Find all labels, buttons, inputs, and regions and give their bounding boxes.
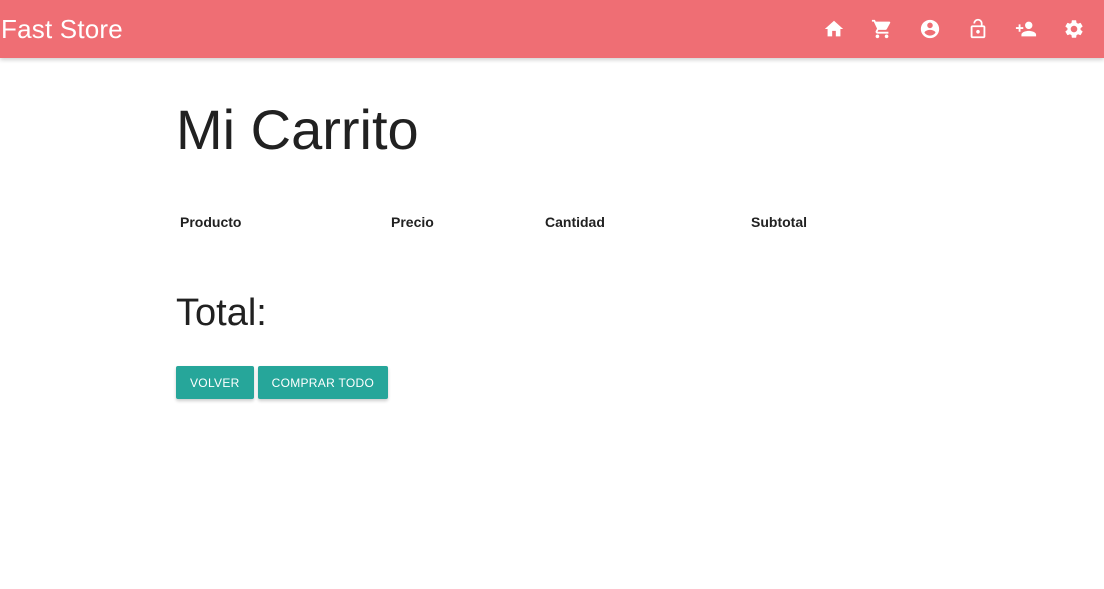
lock-open-icon[interactable] <box>954 0 1002 58</box>
total-label: Total: <box>176 292 267 334</box>
header-subtotal: Subtotal <box>751 214 807 230</box>
home-icon[interactable] <box>810 0 858 58</box>
top-navbar: Fast Store <box>0 0 1104 58</box>
cart-icon[interactable] <box>858 0 906 58</box>
action-buttons: VOLVER COMPRAR TODO <box>176 366 389 399</box>
buy-all-button[interactable]: COMPRAR TODO <box>257 366 389 399</box>
gear-icon[interactable] <box>1050 0 1098 58</box>
cart-table: Producto Precio Cantidad Subtotal <box>176 208 876 236</box>
person-add-icon[interactable] <box>1002 0 1050 58</box>
header-producto: Producto <box>180 214 242 230</box>
header-cantidad: Cantidad <box>545 214 605 230</box>
cart-table-header: Producto Precio Cantidad Subtotal <box>176 208 876 236</box>
page-title: Mi Carrito <box>176 98 419 161</box>
header-precio: Precio <box>391 214 434 230</box>
back-button[interactable]: VOLVER <box>176 366 254 399</box>
header-row: Producto Precio Cantidad Subtotal <box>176 208 876 236</box>
account-icon[interactable] <box>906 0 954 58</box>
brand-logo[interactable]: Fast Store <box>0 0 123 58</box>
nav-icon-group <box>810 0 1104 58</box>
